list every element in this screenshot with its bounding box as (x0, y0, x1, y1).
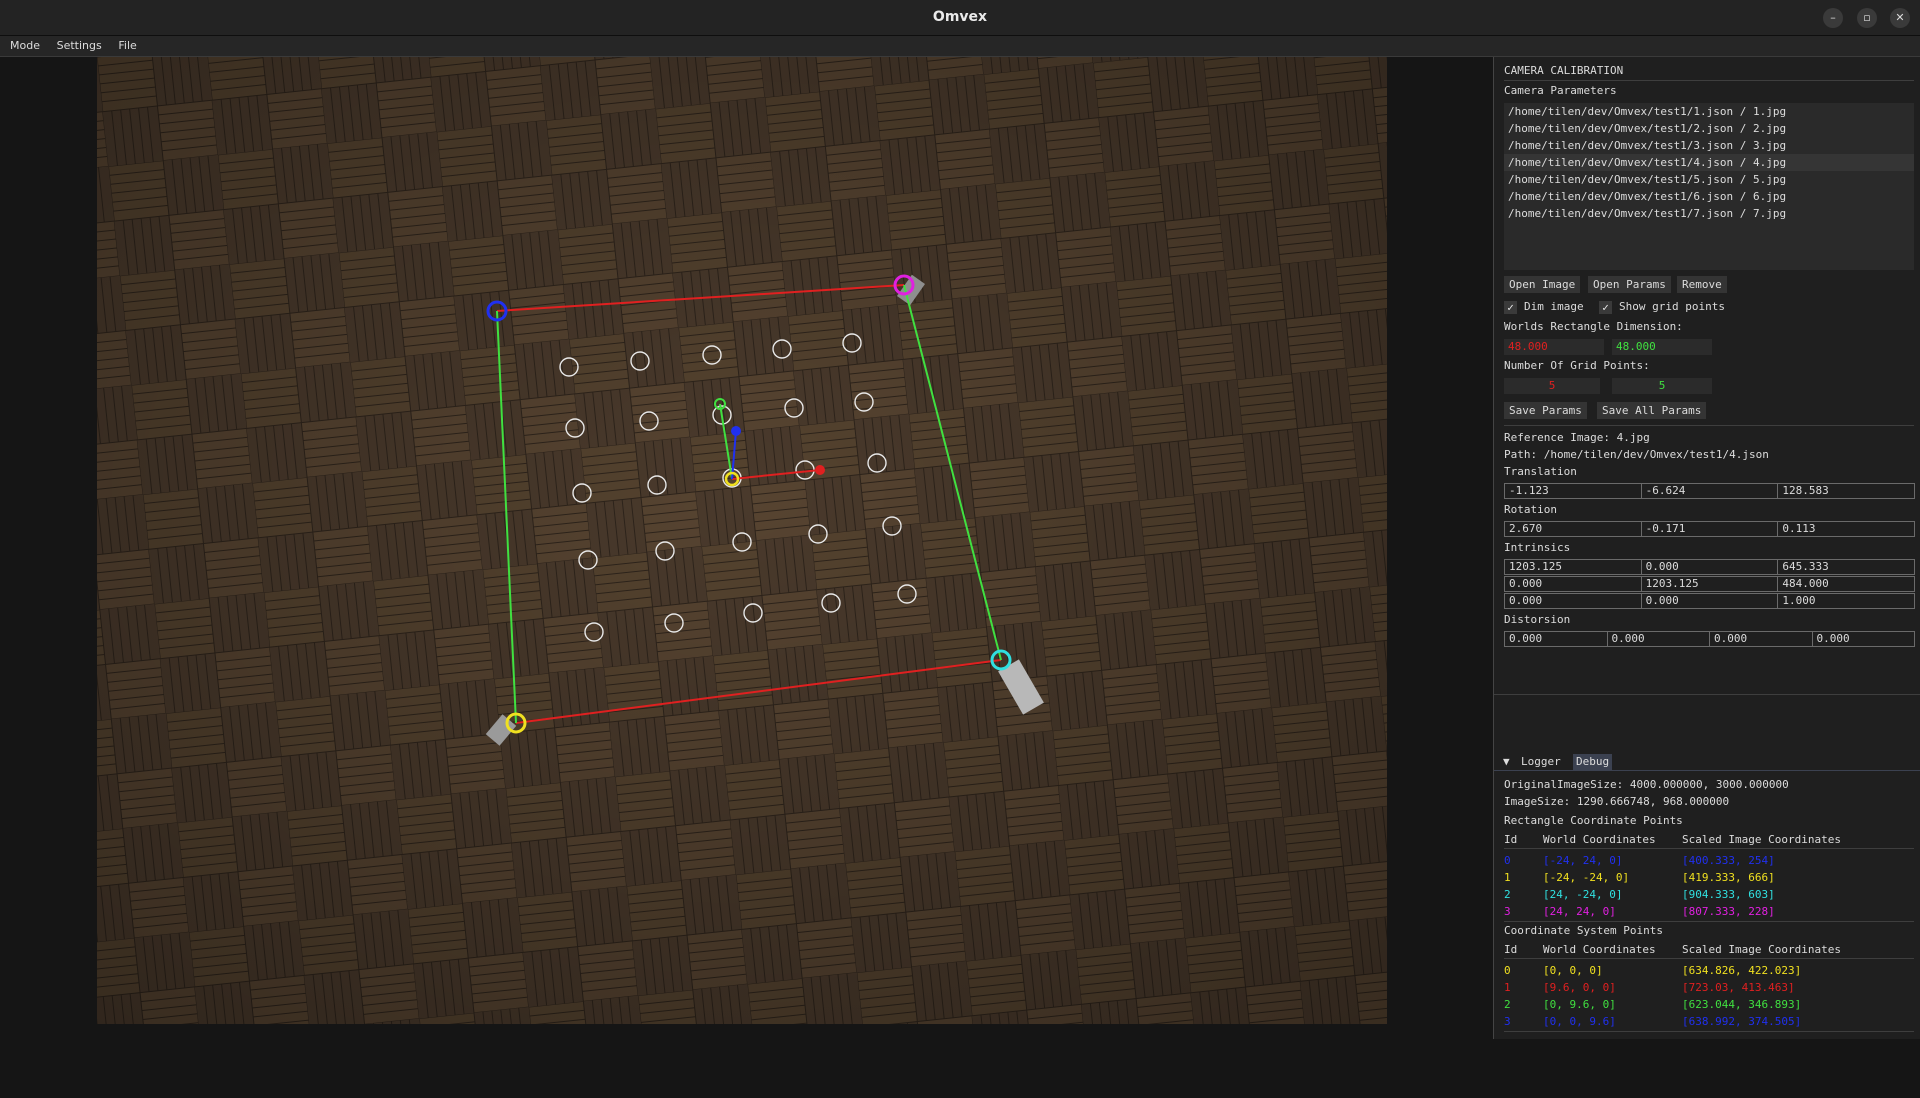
table-row: 0 [-24, 24, 0] [400.333, 254] (1504, 854, 1775, 867)
file-list[interactable]: /home/tilen/dev/Omvex/test1/1.json / 1.j… (1504, 103, 1914, 270)
window-title: Omvex (932, 9, 988, 25)
calibration-panel: CAMERA CALIBRATION Camera Parameters /ho… (1493, 57, 1920, 1039)
grid-y-input[interactable]: 5 (1612, 378, 1712, 394)
intrinsics-cell[interactable]: 1.000 (1777, 593, 1916, 609)
intrinsics-row: 0.000 1203.125 484.000 (1504, 576, 1916, 592)
coord-points-title: Coordinate System Points (1504, 924, 1663, 937)
grid-x-input[interactable]: 5 (1504, 378, 1600, 394)
translation-label: Translation (1504, 465, 1577, 478)
table-row: 2 [0, 9.6, 0] [623.044, 346.893] (1504, 998, 1802, 1011)
rect-points-title: Rectangle Coordinate Points (1504, 814, 1683, 827)
world-height-input[interactable]: 48.000 (1612, 339, 1712, 355)
menu-file[interactable]: File (113, 36, 141, 56)
remove-button[interactable]: Remove (1677, 276, 1727, 293)
file-item[interactable]: /home/tilen/dev/Omvex/test1/3.json / 3.j… (1504, 137, 1914, 154)
intrinsics-cell[interactable]: 0.000 (1640, 593, 1779, 609)
image-size: ImageSize: 1290.666748, 968.000000 (1504, 795, 1730, 808)
table-row: 2 [24, -24, 0] [904.333, 603] (1504, 888, 1775, 901)
menu-settings[interactable]: Settings (52, 36, 107, 56)
file-item[interactable]: /home/tilen/dev/Omvex/test1/6.json / 6.j… (1504, 188, 1914, 205)
original-image-size: OriginalImageSize: 4000.000000, 3000.000… (1504, 778, 1789, 791)
world-width-input[interactable]: 48.000 (1504, 339, 1604, 355)
camera-parameters-label: Camera Parameters (1504, 84, 1617, 97)
tab-logger[interactable]: Logger (1518, 754, 1564, 770)
translation-x[interactable]: -1.123 (1504, 483, 1642, 499)
show-grid-points-label: Show grid points (1619, 300, 1725, 313)
z-axis-point (731, 426, 741, 436)
file-item[interactable]: /home/tilen/dev/Omvex/test1/5.json / 5.j… (1504, 171, 1914, 188)
reference-image-label: Reference Image: 4.jpg (1504, 431, 1650, 444)
section-title: CAMERA CALIBRATION (1504, 64, 1624, 77)
intrinsics-label: Intrinsics (1504, 541, 1571, 554)
intrinsics-cell[interactable]: 645.333 (1777, 559, 1916, 575)
dim-image-label: Dim image (1524, 300, 1584, 313)
show-grid-points-checkbox[interactable]: ✓ (1599, 301, 1612, 314)
rotation-y[interactable]: -0.171 (1640, 521, 1779, 537)
menu-bar: Mode Settings File (0, 36, 1920, 57)
distortion-p1[interactable]: 0.000 (1709, 631, 1813, 647)
maximize-button[interactable]: ▫ (1857, 8, 1877, 28)
distortion-k1[interactable]: 0.000 (1504, 631, 1608, 647)
coord-table-header: Id World Coordinates Scaled Image Coordi… (1504, 943, 1841, 956)
table-row: 3 [0, 0, 9.6] [638.992, 374.505] (1504, 1015, 1802, 1028)
distortion-row: 0.000 0.000 0.000 0.000 (1504, 631, 1915, 647)
intrinsics-cell[interactable]: 0.000 (1504, 593, 1642, 609)
intrinsics-row: 1203.125 0.000 645.333 (1504, 559, 1916, 575)
minimize-button[interactable]: – (1823, 8, 1843, 28)
translation-y[interactable]: -6.624 (1640, 483, 1779, 499)
rotation-label: Rotation (1504, 503, 1557, 516)
intrinsics-cell[interactable]: 1203.125 (1504, 559, 1642, 575)
table-row: 0 [0, 0, 0] [634.826, 422.023] (1504, 964, 1802, 977)
open-params-button[interactable]: Open Params (1588, 276, 1671, 293)
intrinsics-cell[interactable]: 0.000 (1640, 559, 1779, 575)
intrinsics-cell[interactable]: 484.000 (1777, 576, 1916, 592)
rect-table-header: Id World Coordinates Scaled Image Coordi… (1504, 833, 1841, 846)
image-viewport[interactable] (97, 57, 1387, 1024)
intrinsics-cell[interactable]: 1203.125 (1640, 576, 1779, 592)
tab-debug[interactable]: Debug (1573, 754, 1613, 770)
file-item-selected[interactable]: /home/tilen/dev/Omvex/test1/4.json / 4.j… (1504, 154, 1914, 171)
file-item[interactable]: /home/tilen/dev/Omvex/test1/7.json / 7.j… (1504, 205, 1914, 222)
rotation-x[interactable]: 2.670 (1504, 521, 1642, 537)
distortion-k2[interactable]: 0.000 (1606, 631, 1710, 647)
table-row: 3 [24, 24, 0] [807.333, 228] (1504, 905, 1775, 918)
rotation-row: 2.670 -0.171 0.113 (1504, 521, 1916, 537)
save-params-button[interactable]: Save Params (1504, 402, 1587, 419)
grid-points-label: Number Of Grid Points: (1504, 359, 1650, 372)
distortion-p2[interactable]: 0.000 (1811, 631, 1915, 647)
table-row: 1 [-24, -24, 0] [419.333, 666] (1504, 871, 1775, 884)
table-row: 1 [9.6, 0, 0] [723.03, 413.463] (1504, 981, 1795, 994)
translation-row: -1.123 -6.624 128.583 (1504, 483, 1916, 499)
file-item[interactable]: /home/tilen/dev/Omvex/test1/2.json / 2.j… (1504, 120, 1914, 137)
intrinsics-cell[interactable]: 0.000 (1504, 576, 1642, 592)
intrinsics-row: 0.000 0.000 1.000 (1504, 593, 1916, 609)
collapse-arrow-icon[interactable]: ▼ (1500, 754, 1513, 770)
translation-z[interactable]: 128.583 (1777, 483, 1916, 499)
menu-mode[interactable]: Mode (5, 36, 45, 56)
dim-image-checkbox[interactable]: ✓ (1504, 301, 1517, 314)
rotation-z[interactable]: 0.113 (1777, 521, 1916, 537)
open-image-button[interactable]: Open Image (1504, 276, 1581, 293)
calibration-image (97, 57, 1387, 1024)
worlds-rect-label: Worlds Rectangle Dimension: (1504, 320, 1683, 333)
x-axis-point (815, 465, 825, 475)
title-bar: Omvex – ▫ ✕ (0, 0, 1920, 36)
close-button[interactable]: ✕ (1890, 8, 1910, 28)
save-all-params-button[interactable]: Save All Params (1597, 402, 1707, 419)
distortion-label: Distorsion (1504, 613, 1571, 626)
params-path-label: Path: /home/tilen/dev/Omvex/test1/4.json (1504, 448, 1769, 461)
file-item[interactable]: /home/tilen/dev/Omvex/test1/1.json / 1.j… (1504, 103, 1914, 120)
